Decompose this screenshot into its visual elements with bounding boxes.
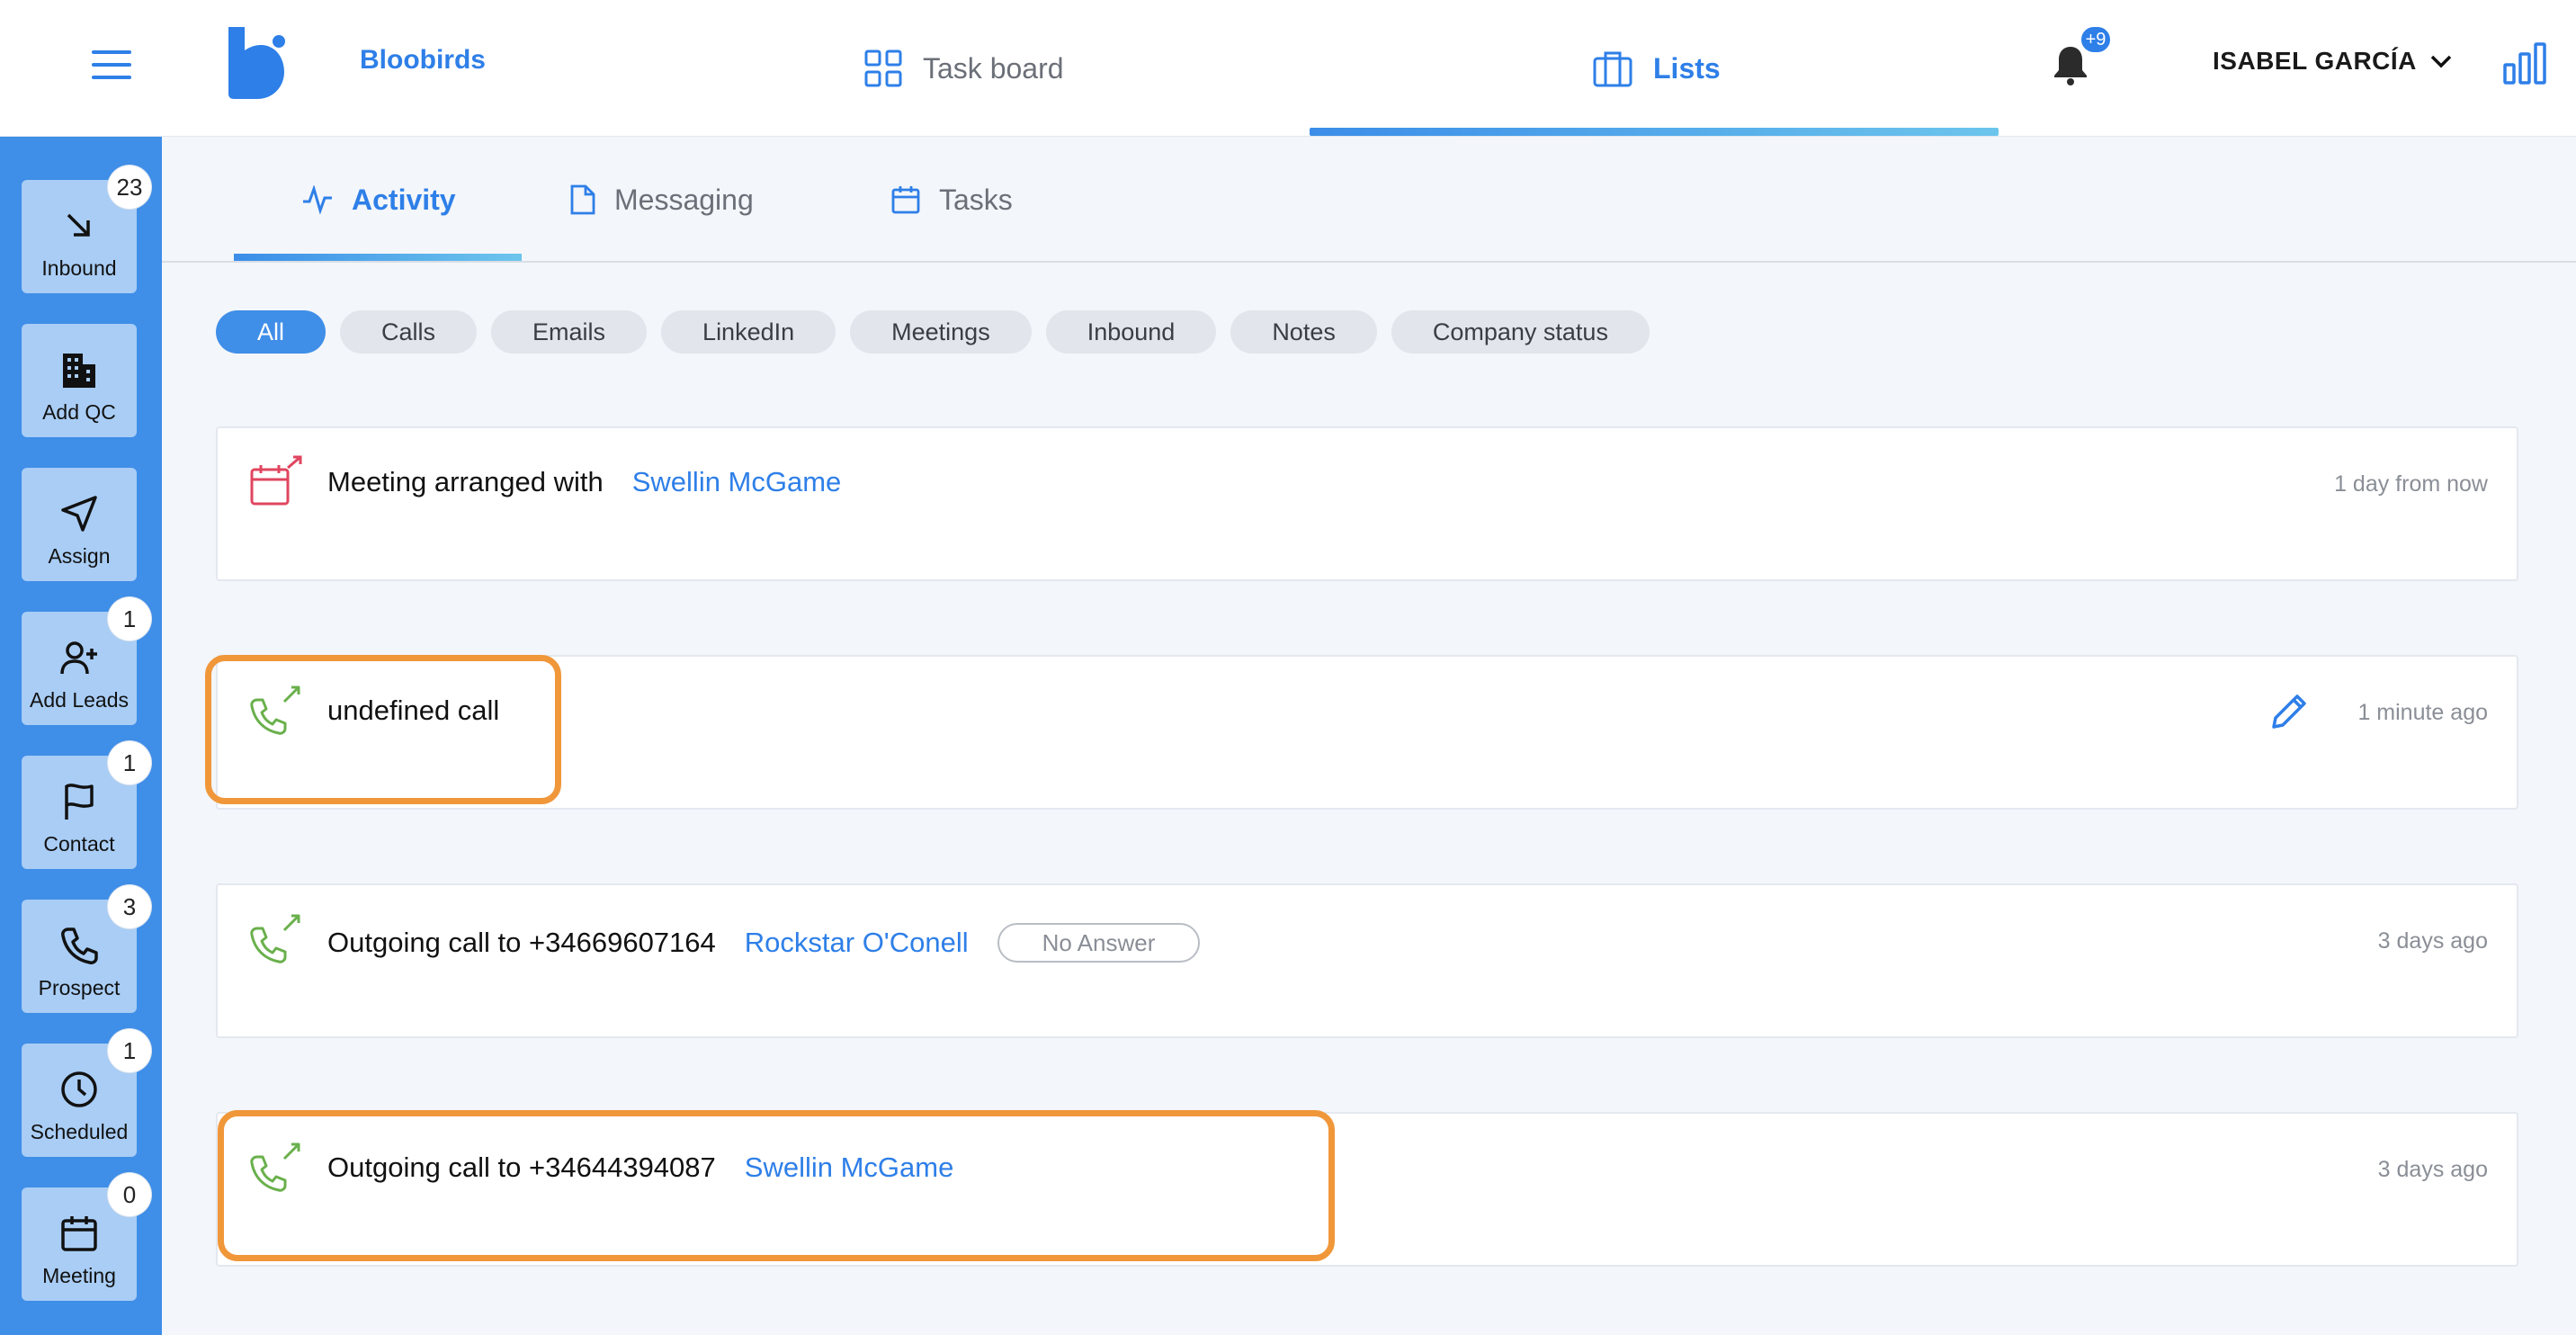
filter-chip-meetings[interactable]: Meetings xyxy=(850,310,1032,354)
sidebar-item-add-leads[interactable]: Add Leads 1 xyxy=(22,597,151,725)
activity-description: Outgoing call to +34669607164 xyxy=(327,927,716,958)
send-icon xyxy=(61,496,97,532)
count-badge: 1 xyxy=(108,741,151,784)
activity-description: Outgoing call to +34644394087 xyxy=(327,1151,716,1183)
activity-text-row: Outgoing call to +34644394087 Swellin Mc… xyxy=(327,1151,953,1184)
call-status-badge: No Answer xyxy=(997,923,1201,963)
top-header: Bloobirds Task board Lists +9 ISABEL GAR… xyxy=(0,0,2576,137)
count-badge: 1 xyxy=(108,1029,151,1072)
activity-description: undefined call xyxy=(327,694,500,726)
pencil-icon[interactable] xyxy=(2268,689,2312,732)
sidebar-item-label: Meeting xyxy=(42,1264,116,1287)
clock-icon xyxy=(61,1071,97,1107)
filter-chip-all[interactable]: All xyxy=(216,310,326,354)
sidebar-item-add-qc[interactable]: Add QC xyxy=(22,324,137,437)
lead-link[interactable]: Swellin McGame xyxy=(745,1151,954,1184)
filter-chip-calls[interactable]: Calls xyxy=(340,310,478,354)
left-sidebar: Inbound 23 Add QC Assign Add Leads 1 Con… xyxy=(0,137,162,1335)
filter-chip-inbound[interactable]: Inbound xyxy=(1045,310,1217,354)
activity-card-call[interactable]: Outgoing call to +34644394087 Swellin Mc… xyxy=(216,1112,2518,1267)
count-badge: 0 xyxy=(108,1173,151,1216)
tab-activity[interactable]: Activity xyxy=(301,137,456,263)
calendar-icon xyxy=(891,186,920,214)
tab-label: Messaging xyxy=(614,183,754,216)
user-name: ISABEL GARCÍA xyxy=(2213,47,2417,75)
activity-time: 3 days ago xyxy=(2377,928,2488,954)
activity-text-row: undefined call xyxy=(327,694,499,727)
sidebar-item-inbound[interactable]: Inbound 23 xyxy=(22,166,151,293)
tab-label: Activity xyxy=(352,183,456,216)
nav-tab-task-board[interactable]: Task board xyxy=(863,0,1064,137)
calendar-icon xyxy=(61,1216,97,1251)
chevron-down-icon xyxy=(2430,55,2452,68)
activity-card-call[interactable]: undefined call 1 minute ago xyxy=(216,655,2518,810)
phone-icon xyxy=(61,927,98,964)
sidebar-item-scheduled[interactable]: Scheduled 1 xyxy=(22,1029,151,1157)
filter-chip-notes[interactable]: Notes xyxy=(1230,310,1377,354)
grid-icon xyxy=(864,49,902,87)
sidebar-item-label: Prospect xyxy=(38,976,121,999)
activity-card-call[interactable]: Outgoing call to +34669607164 Rockstar O… xyxy=(216,883,2518,1038)
nav-tab-label: Task board xyxy=(923,51,1064,85)
outgoing-call-icon xyxy=(250,914,300,963)
outgoing-call-icon xyxy=(250,1142,300,1192)
briefcase-icon xyxy=(1593,51,1632,87)
count-badge: 23 xyxy=(108,166,151,209)
brand-name: Bloobirds xyxy=(360,45,486,75)
tab-messaging[interactable]: Messaging xyxy=(569,137,754,263)
building-icon xyxy=(63,354,95,388)
activity-text-row: Meeting arranged with Swellin McGame xyxy=(327,466,841,498)
sidebar-item-meeting[interactable]: Meeting 0 xyxy=(22,1173,151,1301)
tab-tasks[interactable]: Tasks xyxy=(890,137,1013,263)
user-menu[interactable]: ISABEL GARCÍA xyxy=(2213,47,2453,76)
nav-tab-label: Lists xyxy=(1653,51,1721,85)
activity-pulse-icon xyxy=(303,185,332,214)
active-tab-indicator xyxy=(1310,128,1999,136)
sidebar-item-label: Scheduled xyxy=(30,1120,129,1143)
sidebar-item-label: Add Leads xyxy=(30,688,129,712)
activity-time: 1 day from now xyxy=(2334,471,2488,497)
activity-subtabs: Activity Messaging Tasks xyxy=(162,137,2576,263)
nav-tab-lists[interactable]: Lists xyxy=(1592,0,1721,137)
activity-filter-chips: All Calls Emails LinkedIn Meetings Inbou… xyxy=(216,310,1650,354)
arrow-down-right-icon xyxy=(67,213,90,237)
sidebar-item-label: Contact xyxy=(43,832,115,856)
filter-chip-company-status[interactable]: Company status xyxy=(1391,310,1650,354)
notification-badge: +9 xyxy=(2080,25,2112,54)
user-plus-icon xyxy=(60,641,97,675)
active-subtab-indicator xyxy=(234,254,522,261)
sidebar-item-assign[interactable]: Assign xyxy=(22,468,137,581)
sidebar-item-label: Assign xyxy=(48,544,111,568)
sidebar-item-prospect[interactable]: Prospect 3 xyxy=(22,885,151,1013)
activity-time: 3 days ago xyxy=(2377,1157,2488,1182)
bloobirds-logo-icon[interactable] xyxy=(225,27,288,99)
lead-link[interactable]: Rockstar O'Conell xyxy=(745,927,969,959)
sidebar-item-label: Add QC xyxy=(42,400,116,424)
bar-chart-icon[interactable] xyxy=(2502,41,2547,86)
activity-time: 1 minute ago xyxy=(2357,700,2488,725)
activity-description: Meeting arranged with xyxy=(327,466,604,497)
tab-label: Tasks xyxy=(939,183,1013,216)
count-badge: 1 xyxy=(108,597,151,641)
lead-link[interactable]: Swellin McGame xyxy=(632,466,842,498)
flag-icon xyxy=(65,784,94,820)
hamburger-menu-icon[interactable] xyxy=(90,43,133,86)
meeting-arranged-icon xyxy=(250,455,302,506)
sidebar-item-contact[interactable]: Contact 1 xyxy=(22,741,151,869)
filter-chip-emails[interactable]: Emails xyxy=(491,310,648,354)
filter-chip-linkedin[interactable]: LinkedIn xyxy=(661,310,836,354)
activity-text-row: Outgoing call to +34669607164 Rockstar O… xyxy=(327,923,1201,963)
outgoing-call-icon xyxy=(250,685,300,735)
activity-card-meeting[interactable]: Meeting arranged with Swellin McGame 1 d… xyxy=(216,426,2518,581)
sidebar-item-label: Inbound xyxy=(41,256,117,280)
document-icon xyxy=(570,184,595,215)
count-badge: 3 xyxy=(108,885,151,928)
